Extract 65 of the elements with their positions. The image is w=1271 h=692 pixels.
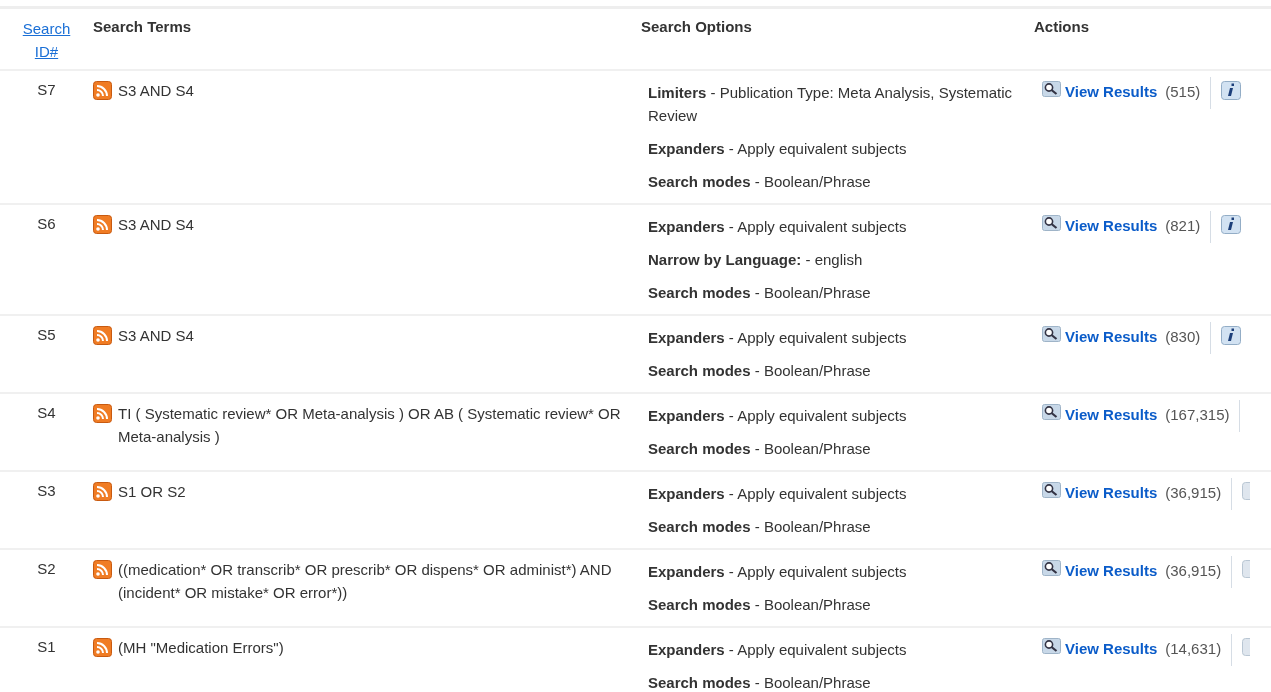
column-header: Search Options (641, 18, 752, 35)
rss-icon[interactable] (93, 560, 112, 579)
rss-icon[interactable] (93, 326, 112, 345)
search-id: S3 (37, 482, 56, 499)
search-option: Limiters - Publication Type: Meta Analysis, Systematic Review (648, 81, 1030, 127)
search-terms: S1 OR S2 (118, 482, 186, 502)
search-id: S7 (37, 81, 56, 98)
view-results-link[interactable]: View Results (1065, 326, 1158, 349)
rss-icon[interactable] (93, 482, 112, 501)
search-option: Expanders - Apply equivalent subjects (648, 482, 1030, 505)
magnifier-icon[interactable] (1042, 404, 1061, 420)
magnifier-icon[interactable] (1042, 638, 1061, 654)
rss-icon[interactable] (93, 215, 112, 234)
view-results-link[interactable]: View Results (1065, 638, 1158, 661)
search-option: Expanders - Apply equivalent subjects (648, 404, 1030, 427)
search-option: Search modes - Boolean/Phrase (648, 515, 1030, 538)
search-id: S2 (37, 560, 56, 577)
column-header: Actions (1034, 18, 1089, 35)
search-id: S4 (37, 404, 56, 421)
result-count: (36,915) (1165, 561, 1222, 581)
rss-icon[interactable] (93, 404, 112, 423)
info-icon[interactable] (1221, 215, 1242, 234)
sort-link[interactable]: Search ID# (18, 17, 75, 63)
column-header: Search Terms (93, 18, 192, 35)
result-count: (821) (1165, 216, 1201, 236)
result-count: (14,631) (1165, 639, 1222, 659)
search-terms: S3 AND S4 (118, 215, 194, 235)
view-results-link[interactable]: View Results (1065, 404, 1158, 427)
view-results-link[interactable]: View Results (1065, 482, 1158, 505)
search-option: Search modes - Boolean/Phrase (648, 359, 1030, 382)
search-terms: S3 AND S4 (118, 326, 194, 346)
magnifier-icon[interactable] (1042, 482, 1061, 498)
search-id: S6 (37, 215, 56, 232)
result-count: (167,315) (1165, 405, 1230, 425)
search-option: Expanders - Apply equivalent subjects (648, 215, 1030, 238)
search-option: Expanders - Apply equivalent subjects (648, 560, 1030, 583)
search-option: Expanders - Apply equivalent subjects (648, 326, 1030, 349)
search-option: Search modes - Boolean/Phrase (648, 281, 1030, 304)
result-count: (830) (1165, 327, 1201, 347)
info-icon[interactable] (1221, 326, 1242, 345)
rss-icon[interactable] (93, 81, 112, 100)
view-results-link[interactable]: View Results (1065, 560, 1158, 583)
search-option: Narrow by Language: - english (648, 248, 1030, 271)
search-id: S5 (37, 326, 56, 343)
search-option: Search modes - Boolean/Phrase (648, 593, 1030, 616)
result-count: (515) (1165, 82, 1201, 102)
search-option: Search modes - Boolean/Phrase (648, 437, 1030, 460)
search-terms: S3 AND S4 (118, 81, 194, 101)
magnifier-icon[interactable] (1042, 81, 1061, 97)
magnifier-icon[interactable] (1042, 215, 1061, 231)
search-id: S1 (37, 638, 56, 655)
magnifier-icon[interactable] (1042, 326, 1061, 342)
search-option: Search modes - Boolean/Phrase (648, 671, 1030, 692)
search-option: Search modes - Boolean/Phrase (648, 170, 1030, 193)
result-count: (36,915) (1165, 483, 1222, 503)
search-terms: TI ( Systematic review* OR Meta-analysis ) OR AB ( Systematic review* OR Meta-analysis ) (118, 404, 622, 447)
search-terms: (MH "Medication Errors") (118, 638, 284, 658)
search-terms: ((medication* OR transcrib* OR prescrib* OR dispens* OR administ*) AND (incident* OR mistake* OR error*)) (118, 560, 613, 603)
search-option: Expanders - Apply equivalent subjects (648, 638, 1030, 661)
view-results-link[interactable]: View Results (1065, 215, 1158, 238)
info-icon[interactable] (1221, 81, 1242, 100)
search-option: Expanders - Apply equivalent subjects (648, 137, 1030, 160)
rss-icon[interactable] (93, 638, 112, 657)
magnifier-icon[interactable] (1042, 560, 1061, 576)
view-results-link[interactable]: View Results (1065, 81, 1158, 104)
